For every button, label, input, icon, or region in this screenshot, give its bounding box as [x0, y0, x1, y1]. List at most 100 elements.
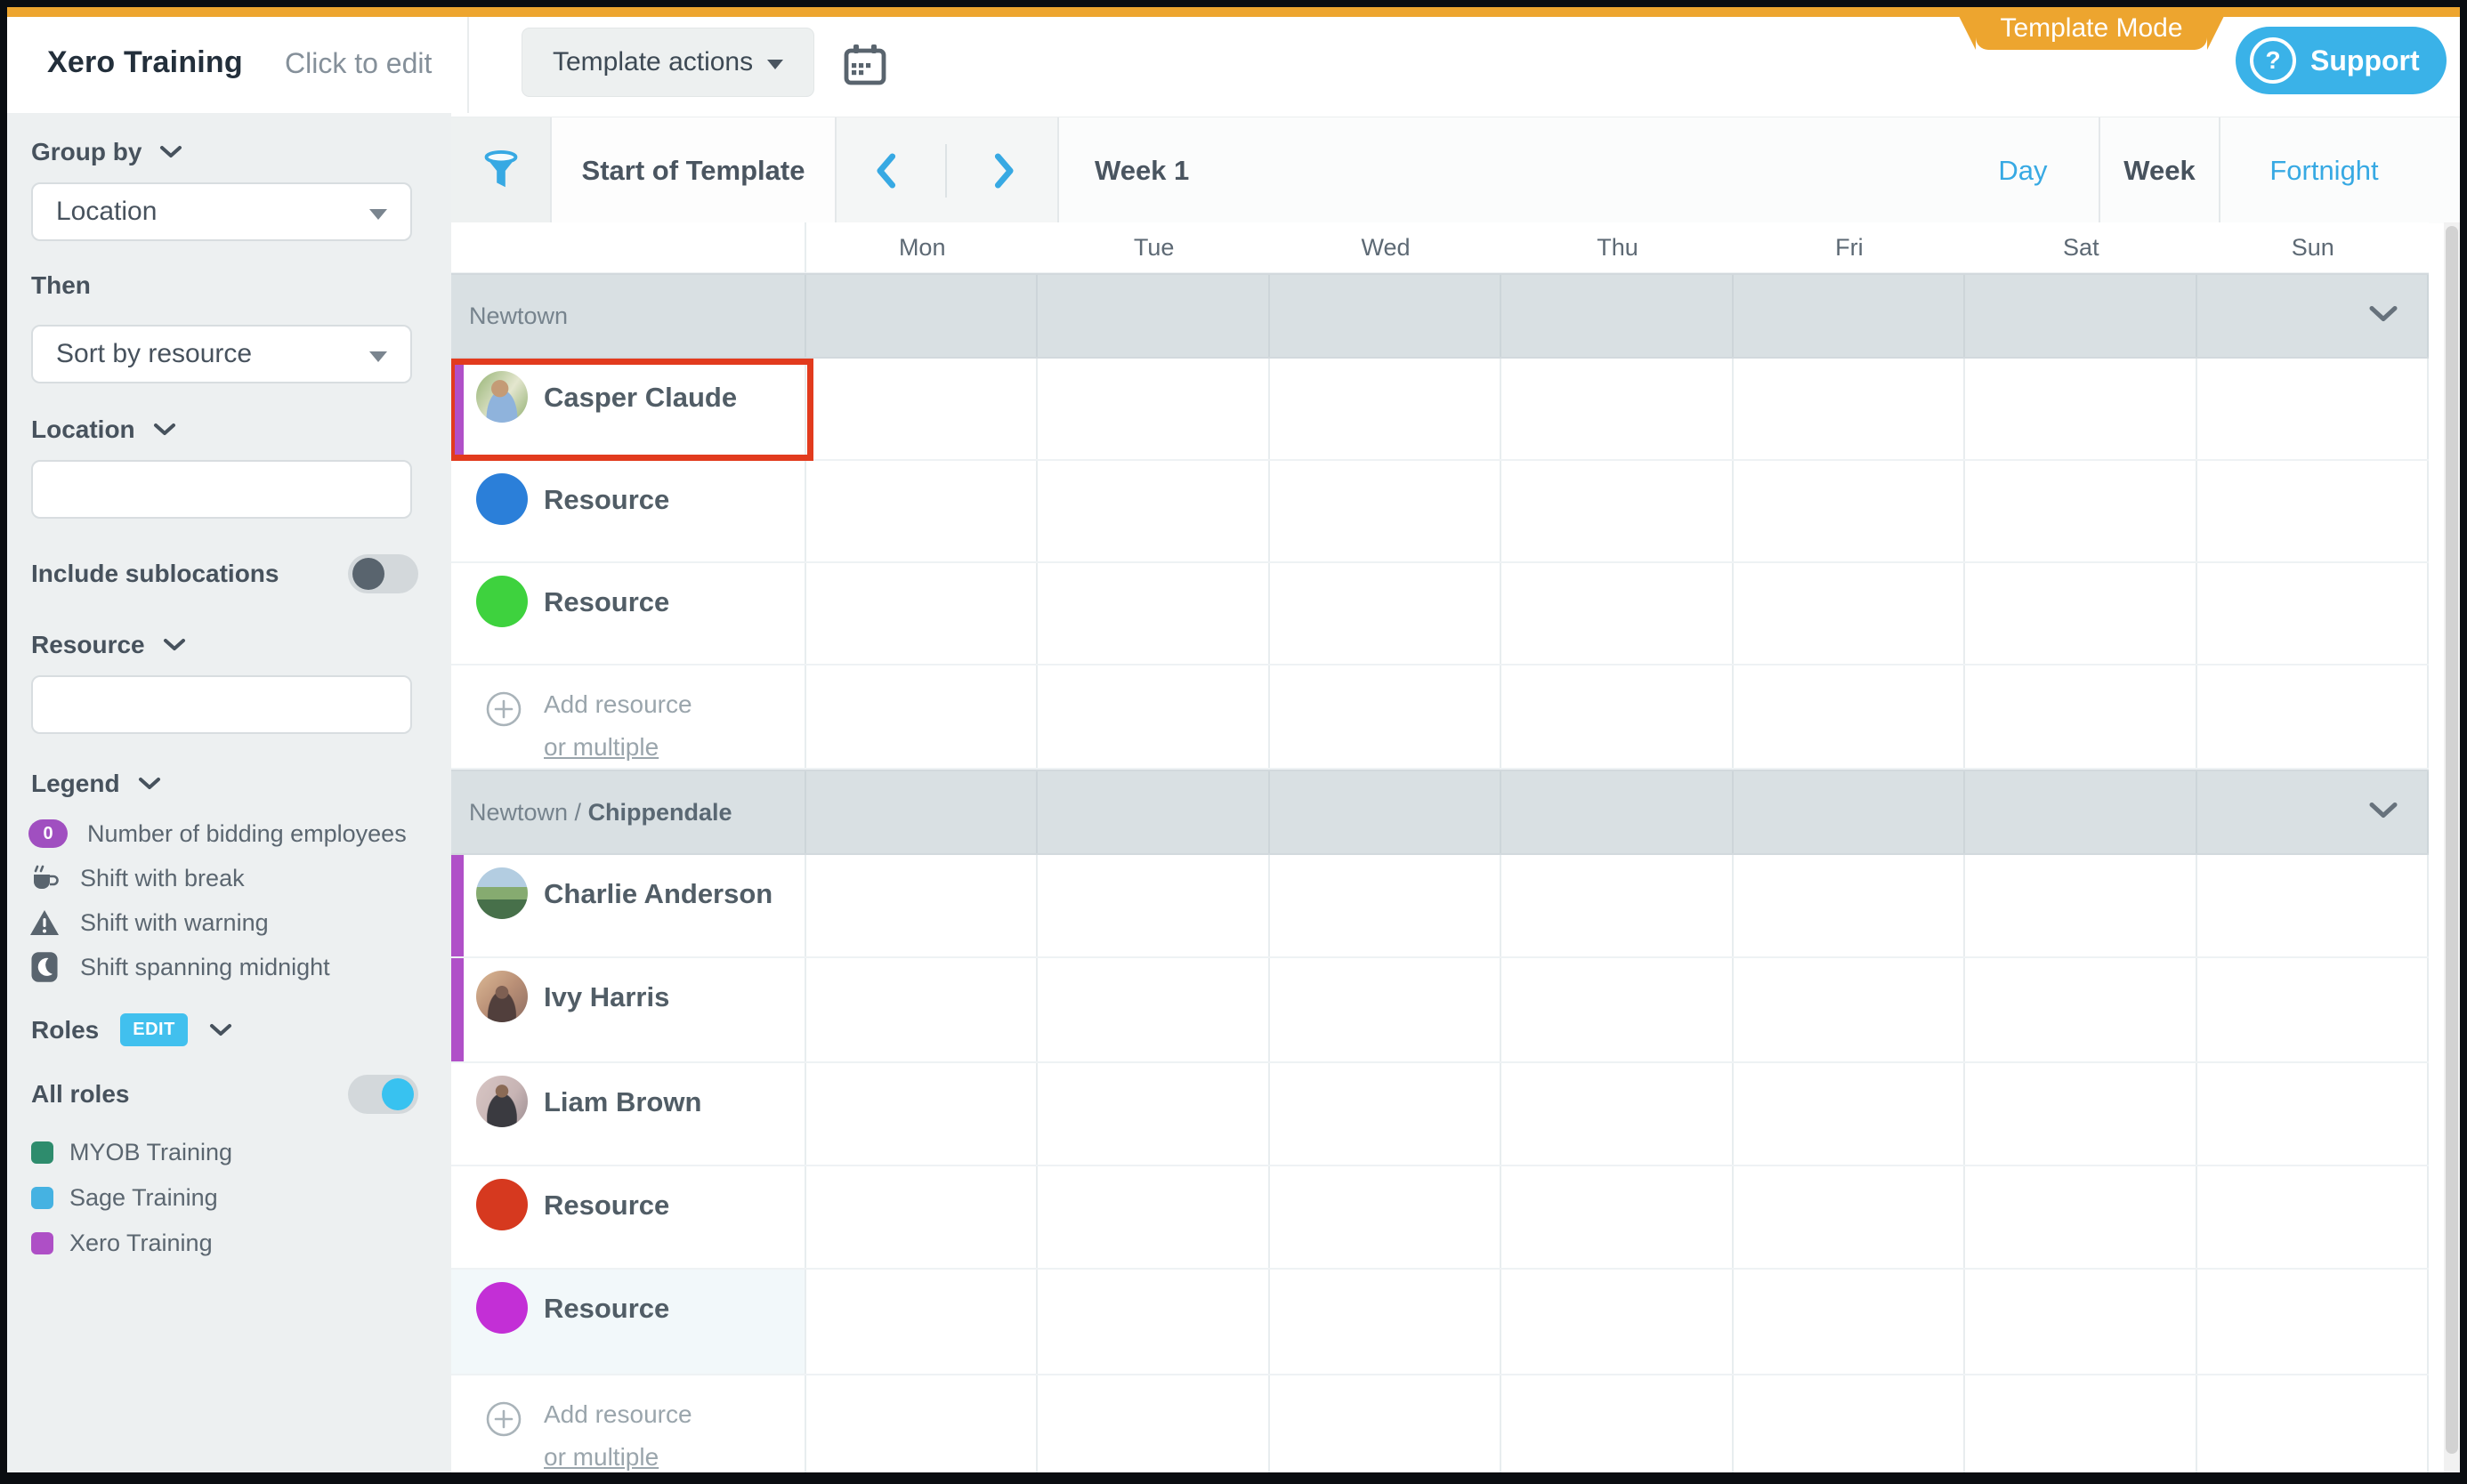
template-actions-button[interactable]: Template actions	[522, 28, 814, 97]
shift-cell[interactable]	[1270, 1063, 1501, 1165]
shift-cell[interactable]	[1038, 958, 1269, 1061]
shift-cell[interactable]	[1965, 563, 2196, 664]
location-filter-input[interactable]	[31, 460, 412, 519]
shift-cell[interactable]	[1734, 359, 1965, 459]
group-by-header[interactable]: Group by	[31, 138, 451, 166]
resource-cell[interactable]: Liam Brown	[451, 1063, 806, 1165]
shift-cell[interactable]	[1501, 461, 1733, 561]
shift-cell[interactable]	[1270, 855, 1501, 956]
role-item-xero[interactable]: Xero Training	[31, 1230, 451, 1257]
filter-button[interactable]	[451, 117, 550, 223]
shift-cell[interactable]	[1270, 563, 1501, 664]
all-roles-toggle[interactable]	[348, 1075, 418, 1114]
tab-day[interactable]: Day	[1947, 117, 2099, 223]
shift-cell[interactable]	[1501, 563, 1733, 664]
shift-cell[interactable]	[2197, 1063, 2429, 1165]
shift-cell[interactable]	[1038, 855, 1269, 956]
shift-cell[interactable]	[1270, 1166, 1501, 1268]
shift-cell[interactable]	[1501, 1270, 1733, 1374]
shift-cell[interactable]	[1038, 1063, 1269, 1165]
resource-header[interactable]: Resource	[31, 631, 451, 659]
resource-cell[interactable]: Resource	[451, 1270, 806, 1374]
shift-cell[interactable]	[1965, 1166, 2196, 1268]
shift-cell[interactable]	[2197, 855, 2429, 956]
previous-week-button[interactable]	[837, 117, 934, 223]
add-multiple-link[interactable]: or multiple	[544, 1443, 659, 1472]
shift-cell[interactable]	[806, 461, 1038, 561]
shift-cell[interactable]	[1501, 1063, 1733, 1165]
add-resource-label[interactable]: Add resource	[544, 1400, 692, 1429]
vertical-scrollbar[interactable]	[2444, 222, 2460, 1472]
role-item-myob[interactable]: MYOB Training	[31, 1139, 451, 1166]
shift-cell[interactable]	[806, 563, 1038, 664]
resource-cell[interactable]: Charlie Anderson	[451, 855, 806, 956]
resource-cell[interactable]: Resource	[451, 461, 806, 561]
shift-cell[interactable]	[806, 1270, 1038, 1374]
shift-cell[interactable]	[1965, 855, 2196, 956]
shift-cell[interactable]	[1965, 1063, 2196, 1165]
tab-fortnight[interactable]: Fortnight	[2220, 117, 2428, 223]
shift-cell[interactable]	[1038, 1270, 1269, 1374]
edit-roles-button[interactable]: EDIT	[120, 1013, 188, 1046]
group-row-chippendale[interactable]: Newtown / Chippendale	[451, 770, 2429, 855]
shift-cell[interactable]	[2197, 1270, 2429, 1374]
add-resource-label[interactable]: Add resource	[544, 690, 692, 719]
shift-cell[interactable]	[1501, 958, 1733, 1061]
calendar-icon[interactable]	[842, 42, 888, 93]
shift-cell[interactable]	[1734, 1063, 1965, 1165]
include-sublocations-toggle[interactable]	[348, 554, 418, 593]
next-week-button[interactable]	[956, 117, 1054, 223]
shift-cell[interactable]	[1038, 563, 1269, 664]
role-item-sage[interactable]: Sage Training	[31, 1184, 451, 1212]
shift-cell[interactable]	[1501, 855, 1733, 956]
shift-cell[interactable]	[806, 359, 1038, 459]
group-row-newtown[interactable]: Newtown	[451, 273, 2429, 359]
shift-cell[interactable]	[806, 958, 1038, 1061]
shift-cell[interactable]	[1038, 1166, 1269, 1268]
location-header[interactable]: Location	[31, 415, 451, 444]
support-button[interactable]: ? Support	[2236, 27, 2447, 94]
then-select[interactable]: Sort by resource	[31, 325, 412, 383]
add-multiple-link[interactable]: or multiple	[544, 733, 659, 762]
collapse-group-icon[interactable]	[2368, 802, 2398, 824]
shift-cell[interactable]	[1270, 461, 1501, 561]
shift-cell[interactable]	[1965, 1270, 2196, 1374]
shift-cell[interactable]	[1734, 461, 1965, 561]
shift-cell[interactable]	[1734, 1270, 1965, 1374]
shift-cell[interactable]	[1501, 359, 1733, 459]
shift-cell[interactable]	[2197, 1166, 2429, 1268]
shift-cell[interactable]	[1038, 461, 1269, 561]
shift-cell[interactable]	[806, 1063, 1038, 1165]
add-resource-cell[interactable]: Add resource or multiple	[451, 665, 806, 768]
click-to-edit-label[interactable]: Click to edit	[285, 47, 432, 80]
shift-cell[interactable]	[1038, 359, 1269, 459]
shift-cell[interactable]	[1965, 958, 2196, 1061]
resource-cell[interactable]: Casper Claude	[451, 359, 806, 459]
collapse-group-icon[interactable]	[2368, 305, 2398, 327]
start-of-template-button[interactable]: Start of Template	[550, 117, 837, 223]
tab-week[interactable]: Week	[2099, 117, 2220, 223]
shift-cell[interactable]	[1734, 958, 1965, 1061]
shift-cell[interactable]	[2197, 359, 2429, 459]
shift-cell[interactable]	[2197, 958, 2429, 1061]
shift-cell[interactable]	[1734, 855, 1965, 956]
add-resource-cell[interactable]: Add resource or multiple	[451, 1375, 806, 1472]
shift-cell[interactable]	[1965, 359, 2196, 459]
shift-cell[interactable]	[1501, 1166, 1733, 1268]
resource-cell[interactable]: Ivy Harris	[451, 958, 806, 1061]
shift-cell[interactable]	[806, 1166, 1038, 1268]
shift-cell[interactable]	[806, 855, 1038, 956]
legend-header[interactable]: Legend	[31, 770, 451, 798]
shift-cell[interactable]	[1734, 1166, 1965, 1268]
shift-cell[interactable]	[1270, 359, 1501, 459]
resource-filter-input[interactable]	[31, 675, 412, 734]
shift-cell[interactable]	[1270, 958, 1501, 1061]
shift-cell[interactable]	[1270, 1270, 1501, 1374]
shift-cell[interactable]	[2197, 461, 2429, 561]
shift-cell[interactable]	[2197, 563, 2429, 664]
resource-cell[interactable]: Resource	[451, 563, 806, 664]
roles-header[interactable]: Roles EDIT	[31, 1013, 451, 1046]
scrollbar-thumb[interactable]	[2446, 226, 2458, 1454]
group-by-select[interactable]: Location	[31, 182, 412, 241]
resource-cell[interactable]: Resource	[451, 1166, 806, 1268]
